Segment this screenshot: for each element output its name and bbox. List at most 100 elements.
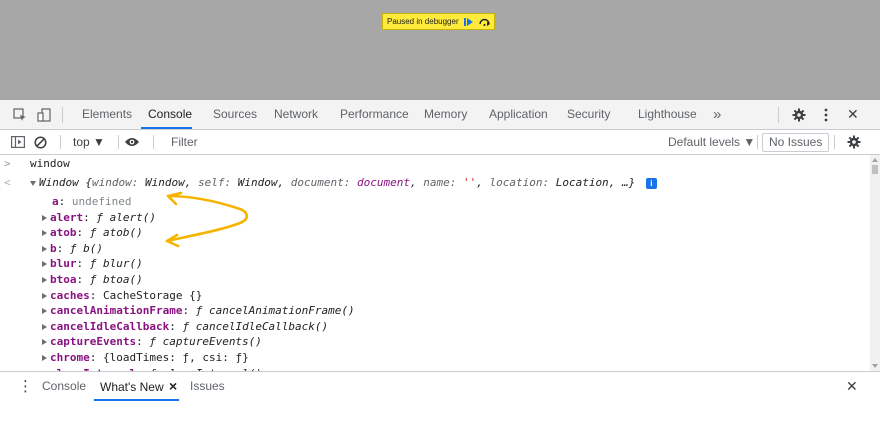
result-summary[interactable]: Window {window: Window, self: Window, do… [30,175,657,190]
property-separator: : [89,351,103,364]
toolbar-divider [118,135,119,149]
toolbar-divider [757,135,758,149]
scroll-up-arrow-icon[interactable] [872,158,878,162]
result-prompt-chevron: < [4,176,11,189]
property-value: ƒ captureEvents() [149,335,262,349]
expand-triangle-icon[interactable] [42,245,47,252]
preview-separator: : [449,176,463,189]
property-key: chrome [50,351,90,364]
property-row[interactable]: alert: ƒ alert() [42,210,156,225]
inspect-element-icon[interactable] [12,107,28,123]
property-key: captureEvents [50,335,137,349]
log-levels-dropdown[interactable]: Default levels ▼ [668,130,755,154]
paused-label: Paused in debugger [387,17,459,26]
tab-performance[interactable]: Performance [340,100,409,129]
expanded-triangle-icon[interactable] [30,180,36,186]
console-result-line[interactable]: < Window {window: Window, self: Window, … [0,175,870,190]
property-row[interactable]: btoa: ƒ btoa() [42,272,143,287]
property-row[interactable]: blur: ƒ blur() [42,256,143,271]
tab-security[interactable]: Security [567,100,610,129]
step-over-icon[interactable] [479,17,491,27]
property-key: cancelAnimationFrame [50,304,183,318]
more-options-kebab-icon[interactable] [818,107,834,123]
preview-value: '' [462,176,477,189]
tab-console[interactable]: Console [148,100,192,129]
resume-icon[interactable] [463,17,475,27]
tab-application[interactable]: Application [489,100,548,129]
property-value: ƒ blur() [89,257,143,271]
expand-triangle-icon[interactable] [42,261,47,268]
property-separator: : [76,257,90,271]
expand-triangle-icon[interactable] [42,230,47,237]
property-value: ƒ b() [69,241,103,255]
expand-triangle-icon[interactable] [42,277,47,283]
property-row[interactable]: chrome: {loadTimes: ƒ, csi: ƒ} [42,350,249,365]
brace: { [85,176,92,189]
drawer-menu-kebab-icon[interactable]: ⋮ [18,372,33,401]
property-key: a [52,195,59,208]
close-drawer-icon[interactable]: ✕ [846,372,858,401]
property-row[interactable]: b: ƒ b() [42,241,103,256]
console-filter-input[interactable] [167,132,665,152]
page-viewport: Paused in debugger [0,0,880,100]
property-separator: : [56,241,70,255]
property-row[interactable]: cancelIdleCallback: ƒ cancelIdleCallback… [42,319,328,334]
console-command: window [30,157,70,170]
property-key: b [50,241,57,255]
property-separator: : [169,319,183,333]
property-row[interactable]: cancelAnimationFrame: ƒ cancelAnimationF… [42,303,355,318]
console-scrollbar[interactable] [870,155,880,371]
expand-triangle-icon[interactable] [42,339,47,346]
preview-value: Window [237,176,278,189]
tab-lighthouse[interactable]: Lighthouse [638,100,697,129]
property-row[interactable]: captureEvents: ƒ captureEvents() [42,334,262,349]
active-tab-indicator [141,127,192,129]
preview-trail: , [409,176,424,189]
toggle-sidebar-icon[interactable] [10,134,26,150]
preview-trail: , [277,176,291,189]
js-context-select[interactable]: top ▼ [73,130,105,154]
property-separator: : [76,273,90,286]
settings-gear-icon[interactable] [791,107,807,123]
property-key: caches [50,288,90,302]
console-input-line: > window [0,156,870,171]
preview-key: window [92,176,132,189]
tab-sources[interactable]: Sources [213,100,257,129]
tab-network[interactable]: Network [274,100,318,129]
drawer-tab-label: What's New [100,380,164,394]
more-tabs-chevron-icon[interactable]: » [713,100,721,129]
live-expression-eye-icon[interactable] [124,134,140,150]
preview-key: document [290,176,344,189]
preview-separator: : [224,176,238,189]
object-type: Window [39,176,79,189]
tab-elements[interactable]: Elements [82,100,132,129]
expand-triangle-icon[interactable] [42,323,47,330]
expand-triangle-icon[interactable] [42,292,47,299]
devtools-panel: Elements Console Sources Network Perform… [0,100,880,421]
issues-button[interactable]: No Issues [762,133,830,152]
expand-triangle-icon[interactable] [42,355,47,361]
expand-triangle-icon[interactable] [42,214,47,221]
clear-console-icon[interactable] [32,134,48,150]
preview-separator: : [542,176,556,189]
close-tab-icon[interactable]: × [169,378,177,394]
console-settings-gear-icon[interactable] [846,134,862,150]
property-value: ƒ btoa() [89,273,143,286]
drawer-tab-whats-new[interactable]: What's New × [100,372,177,401]
device-toolbar-icon[interactable] [36,107,52,123]
close-devtools-icon[interactable]: ✕ [847,100,859,129]
property-value: ƒ alert() [96,210,156,224]
property-separator: : [182,304,196,318]
scrollbar-thumb[interactable] [872,165,878,174]
drawer-tab-issues[interactable]: Issues [190,372,225,401]
ellipsis: … [621,176,629,189]
expand-triangle-icon[interactable] [42,308,47,315]
drawer-tab-console[interactable]: Console [42,372,86,401]
toolbar-divider [153,135,154,149]
property-value: CacheStorage {} [103,288,203,302]
tab-memory[interactable]: Memory [424,100,467,129]
info-icon[interactable]: i [645,177,657,189]
scroll-down-arrow-icon[interactable] [872,364,878,368]
property-row[interactable]: atob: ƒ atob() [42,225,143,240]
property-row[interactable]: caches: CacheStorage {} [42,288,202,303]
